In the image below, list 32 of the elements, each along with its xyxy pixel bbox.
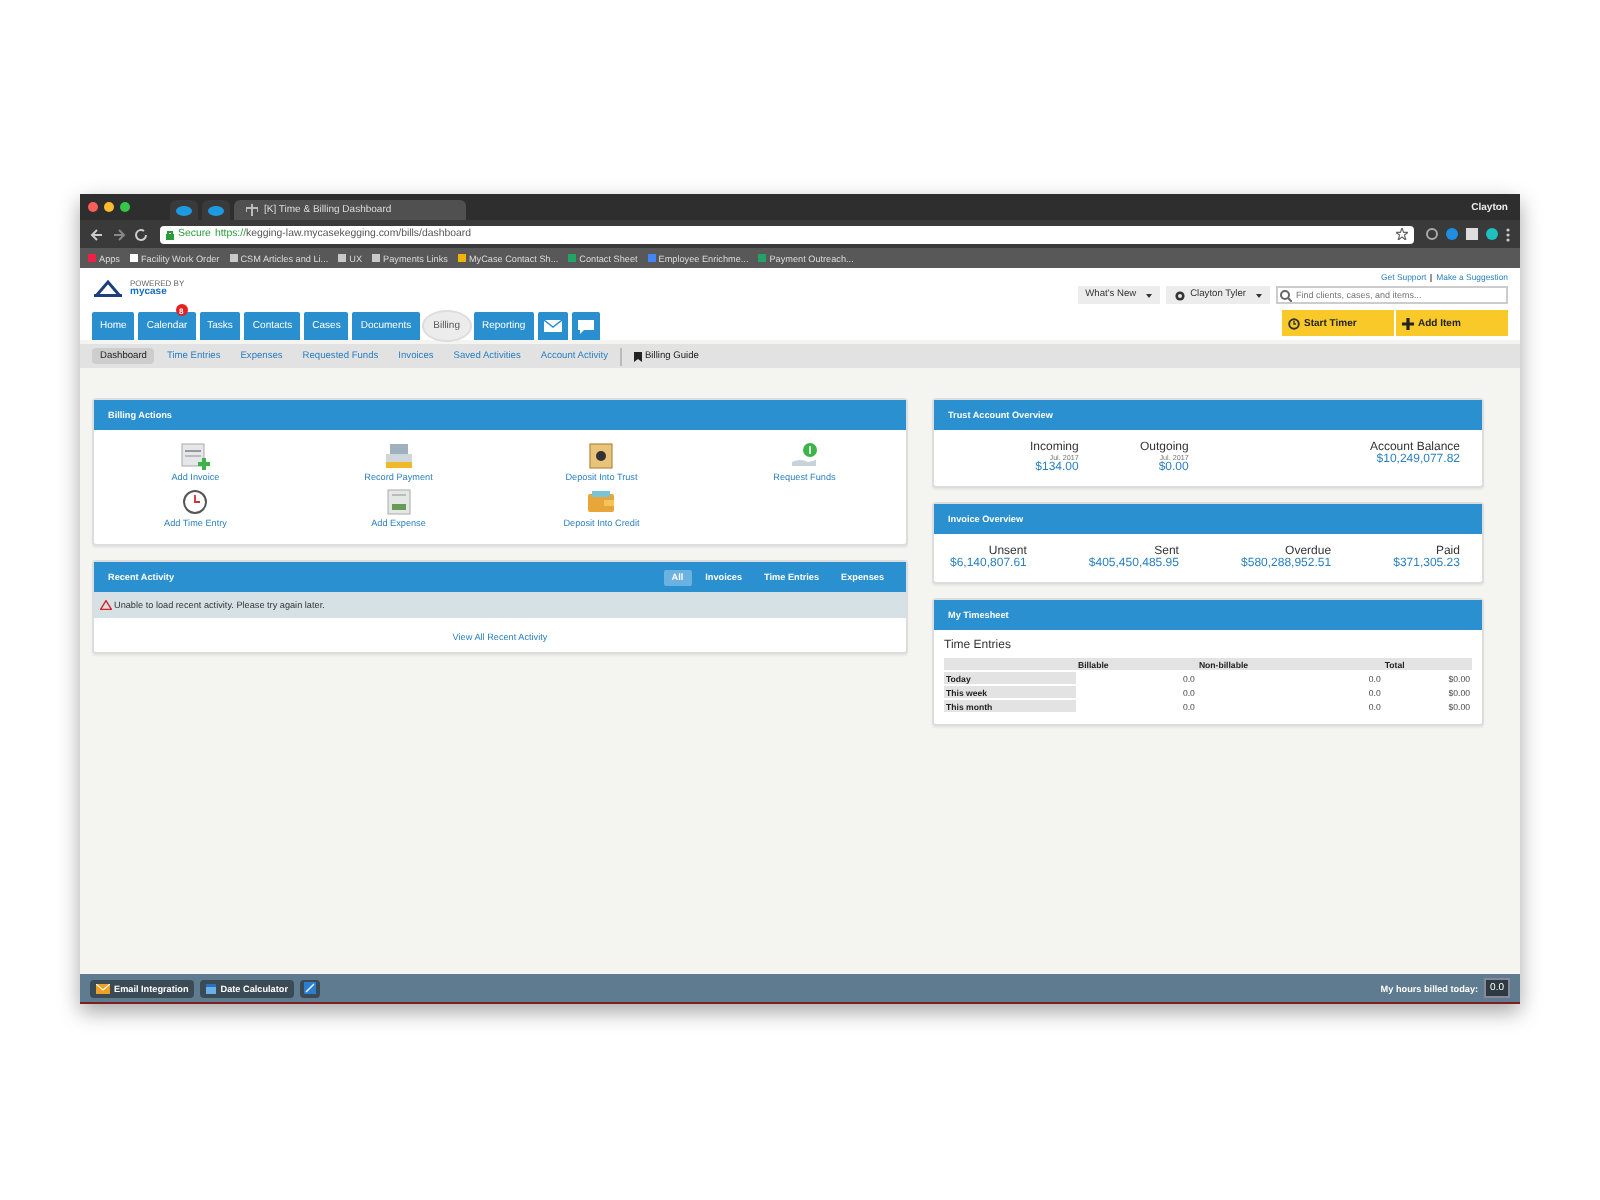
clock-icon [180,488,211,516]
reload-icon[interactable] [134,227,148,241]
scales-icon [246,204,258,216]
lock-icon [166,229,174,239]
star-icon[interactable] [1396,228,1408,240]
forward-icon[interactable] [112,227,126,241]
invoice-icon [180,442,211,470]
browser-tab[interactable] [202,200,230,220]
plus-icon [1402,317,1414,329]
calendar-icon [206,983,217,993]
receipt-icon [383,488,414,516]
safe-icon [586,442,617,470]
mail-button[interactable] [537,312,568,340]
clock-icon [1288,317,1300,329]
search-icon [1280,289,1292,301]
gear-icon [1174,289,1187,301]
money-hand-icon [789,442,820,470]
wallet-icon [586,488,617,516]
browser-tab[interactable] [170,200,198,220]
back-icon[interactable] [90,227,104,241]
pen-icon [303,982,316,994]
caret-icon [1256,293,1262,297]
chat-bubble-icon [577,319,594,333]
bookmark-icon [633,351,642,361]
warning-icon [100,600,112,610]
envelope-icon [96,983,110,993]
register-icon [383,442,414,470]
envelope-icon [543,320,562,332]
chat-button[interactable] [571,312,600,340]
caret-icon [1146,293,1153,297]
quick-action-button[interactable] [299,979,320,997]
company-logo-icon [92,278,124,298]
